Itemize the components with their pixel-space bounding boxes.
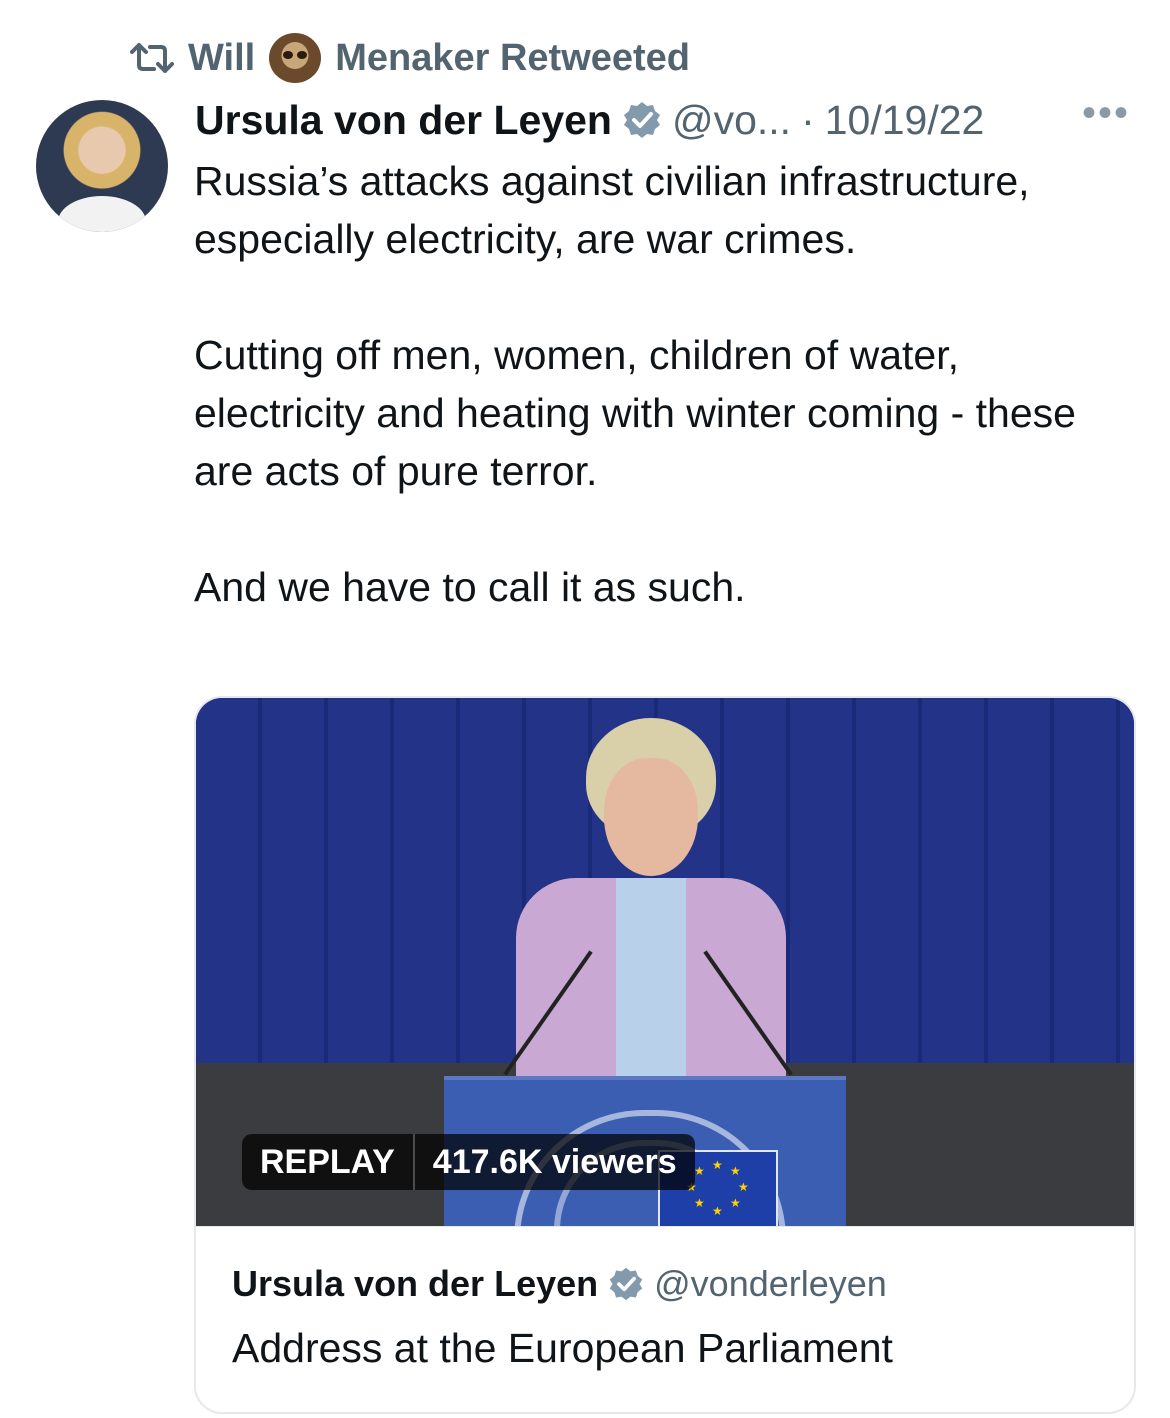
card-author-handle: @vonderleyen <box>654 1263 887 1304</box>
tweet-paragraph-2: Cutting off men, women, children of wate… <box>194 332 1076 494</box>
tweet-header: Ursula von der Leyen @vo... · 10/19/22 •… <box>195 92 1130 148</box>
viewer-count: 417.6K viewers <box>432 1142 677 1181</box>
verified-badge-icon[interactable] <box>622 100 662 140</box>
avatar-shoulders <box>58 196 146 232</box>
card-author-name: Ursula von der Leyen <box>232 1263 599 1304</box>
replay-label: REPLAY <box>260 1142 395 1181</box>
replay-badge: REPLAY 417.6K viewers <box>242 1134 695 1190</box>
video-thumbnail[interactable]: ★ ★ ★ ★ ★ ★ ★ ★ REPLAY 417.6K viewers <box>196 698 1134 1226</box>
tweet-paragraph-3: And we have to call it as such. <box>194 564 746 610</box>
sloth-emoji-icon <box>269 33 322 83</box>
tweet-date[interactable]: 10/19/22 <box>825 97 985 144</box>
retweet-icon <box>130 41 174 75</box>
card-author-row: Ursula von der Leyen @vonderleyen <box>232 1263 887 1305</box>
verified-badge-icon <box>608 1266 644 1302</box>
speaker-face <box>604 758 698 876</box>
video-card[interactable]: ★ ★ ★ ★ ★ ★ ★ ★ REPLAY 417.6K viewers Ur… <box>194 696 1136 1414</box>
author-handle[interactable]: @vo... <box>672 97 791 144</box>
tweet-paragraph-1: Russia’s attacks against civilian infras… <box>194 158 1030 262</box>
tweet-body: Russia’s attacks against civilian infras… <box>194 152 1134 616</box>
card-title: Address at the European Parliament <box>232 1325 893 1371</box>
speaker-blouse <box>616 878 686 1078</box>
author-name[interactable]: Ursula von der Leyen <box>195 97 612 144</box>
retweet-context[interactable]: Will Menaker Retweeted <box>130 30 690 86</box>
author-avatar[interactable] <box>36 100 168 232</box>
card-footer[interactable]: Ursula von der Leyen @vonderleyen Addres… <box>196 1226 1134 1412</box>
more-options-icon[interactable]: ••• <box>1082 93 1130 147</box>
separator-dot: · <box>801 96 815 143</box>
retweeted-label[interactable]: Menaker Retweeted <box>335 37 690 80</box>
retweeter-first-name[interactable]: Will <box>188 37 255 80</box>
